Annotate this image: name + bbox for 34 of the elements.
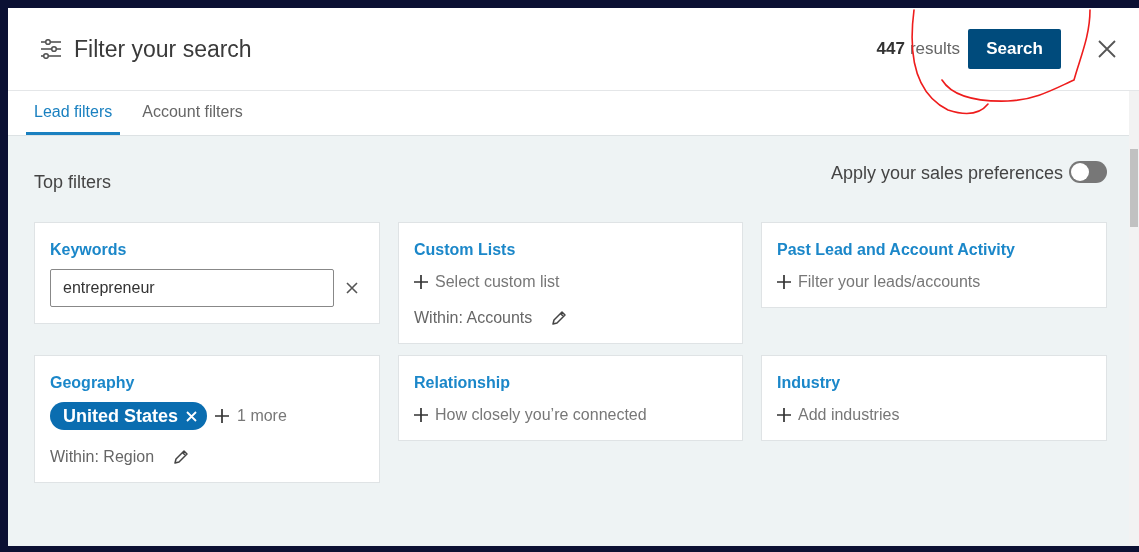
dialog-title: Filter your search: [74, 35, 252, 63]
selected-chip[interactable]: United States: [50, 402, 208, 430]
plus-icon[interactable]: [777, 275, 791, 289]
filter-title[interactable]: Geography: [50, 374, 135, 392]
more-link[interactable]: 1 more: [237, 407, 287, 425]
filter-tab[interactable]: Account filters: [134, 91, 251, 135]
plus-icon[interactable]: [215, 409, 230, 423]
add-filter-link[interactable]: Select custom list: [435, 273, 560, 291]
result-count: 447: [876, 39, 905, 59]
filter-title[interactable]: Custom Lists: [414, 241, 516, 259]
within-label: Within: Region: [50, 448, 155, 466]
filter-title[interactable]: Relationship: [414, 374, 510, 392]
keyword-field[interactable]: entrepreneur: [50, 269, 334, 307]
scrollbar[interactable]: [1129, 91, 1139, 546]
clear-icon[interactable]: [346, 282, 358, 294]
within-label: Within: Accounts: [414, 309, 533, 327]
filter-title[interactable]: Industry: [777, 374, 841, 392]
add-filter-link[interactable]: Add industries: [798, 406, 900, 424]
filter-sliders-icon: [40, 39, 62, 59]
add-filter-link[interactable]: How closely you’re connected: [435, 406, 647, 424]
remove-icon[interactable]: [186, 410, 198, 422]
plus-icon[interactable]: [414, 408, 428, 422]
section-title: Top filters: [34, 171, 113, 193]
add-filter-link[interactable]: Filter your leads/accounts: [798, 273, 981, 291]
toggle-switch[interactable]: [1069, 161, 1107, 183]
close-icon[interactable]: [1097, 39, 1117, 59]
pencil-icon[interactable]: [550, 309, 568, 327]
filter-title[interactable]: Past Lead and Account Activity: [777, 241, 1015, 259]
filter-title[interactable]: Keywords: [50, 241, 127, 259]
search-button[interactable]: Search: [968, 29, 1061, 69]
plus-icon[interactable]: [777, 408, 791, 422]
pencil-icon[interactable]: [172, 448, 190, 466]
toggle-label: Apply your sales preferences: [830, 162, 1063, 184]
plus-icon[interactable]: [414, 275, 428, 289]
